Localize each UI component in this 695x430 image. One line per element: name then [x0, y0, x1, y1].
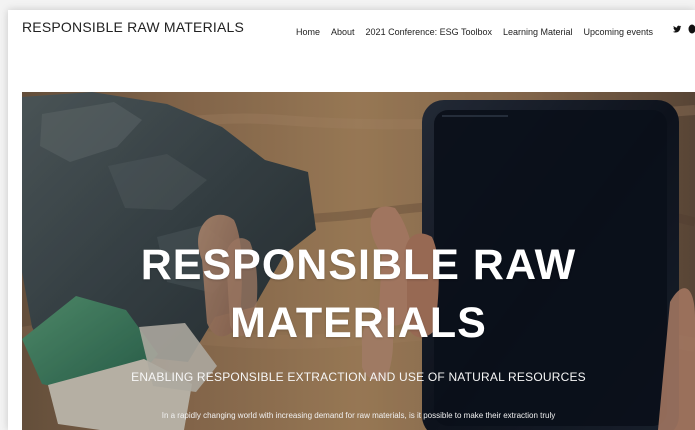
nav-home[interactable]: Home: [296, 27, 320, 37]
hero-title-line-1: RESPONSIBLE RAW: [140, 241, 577, 289]
nav-about[interactable]: About: [331, 27, 355, 37]
hero-title: RESPONSIBLE RAW MATERIALS: [22, 237, 695, 351]
nav-upcoming-events[interactable]: Upcoming events: [584, 27, 654, 37]
hero-body-text: In a rapidly changing world with increas…: [161, 411, 556, 420]
hero-banner: RESPONSIBLE RAW MATERIALS ENABLING RESPO…: [22, 92, 695, 430]
hero-title-line-2: MATERIALS: [230, 299, 487, 347]
twitter-icon[interactable]: [672, 24, 682, 34]
social-circle-icon[interactable]: [688, 24, 695, 34]
social-links: [672, 24, 695, 34]
site-brand[interactable]: RESPONSIBLE RAW MATERIALS: [22, 19, 244, 35]
page-panel: RESPONSIBLE RAW MATERIALS Home About 202…: [8, 10, 695, 430]
hero-subtitle: ENABLING RESPONSIBLE EXTRACTION AND USE …: [131, 370, 586, 384]
main-navigation: Home About 2021 Conference: ESG Toolbox …: [296, 27, 653, 37]
nav-conference[interactable]: 2021 Conference: ESG Toolbox: [366, 27, 492, 37]
nav-learning-material[interactable]: Learning Material: [503, 27, 573, 37]
